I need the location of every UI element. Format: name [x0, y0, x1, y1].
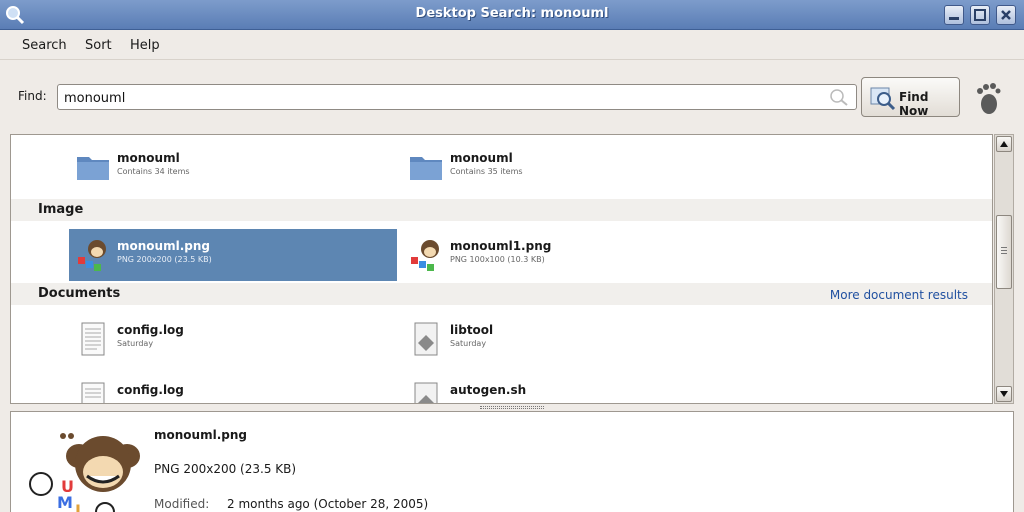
result-folder[interactable]: monouml Contains 34 items — [69, 141, 397, 193]
pane-resize-handle[interactable] — [480, 406, 544, 409]
text-file-icon — [81, 382, 105, 403]
window-title: Desktop Search: monouml — [415, 6, 609, 21]
result-folder[interactable]: monouml Contains 35 items — [402, 141, 730, 193]
result-image[interactable]: monouml1.png PNG 100x100 (10.3 KB) — [402, 229, 730, 281]
arrow-down-icon — [1000, 391, 1008, 397]
more-document-results-link[interactable]: More document results — [830, 288, 968, 302]
arrow-up-icon — [1000, 141, 1008, 147]
section-title: Image — [38, 202, 84, 217]
preview-filename: monouml.png — [154, 428, 247, 442]
close-icon — [1001, 10, 1011, 20]
section-title: Documents — [38, 286, 121, 301]
result-name: monouml — [450, 151, 513, 165]
results-scrollbar[interactable] — [994, 134, 1014, 404]
script-file-icon — [414, 322, 438, 356]
find-now-label: Find Now — [899, 90, 929, 118]
result-desc: PNG 100x100 (10.3 KB) — [450, 255, 545, 264]
section-header-image: Image — [11, 199, 992, 221]
result-desc: Contains 35 items — [450, 167, 523, 176]
result-desc: Saturday — [117, 339, 154, 348]
folder-icon — [410, 157, 442, 180]
monkey-image-icon — [78, 240, 106, 271]
scroll-thumb[interactable] — [996, 215, 1012, 289]
close-button[interactable] — [996, 5, 1016, 25]
result-image[interactable]: monouml.png PNG 200x200 (23.5 KB) — [69, 229, 397, 281]
section-header-documents: Documents More document results — [11, 283, 992, 305]
result-name: autogen.sh — [450, 383, 527, 397]
find-label: Find: — [18, 89, 47, 103]
result-name: monouml — [117, 151, 180, 165]
minimize-button[interactable] — [944, 5, 964, 25]
search-input[interactable] — [57, 84, 857, 110]
menu-sort[interactable]: Sort — [85, 38, 112, 53]
maximize-icon — [974, 9, 986, 21]
result-document[interactable]: config.log Saturday — [69, 313, 397, 365]
menu-search[interactable]: Search — [22, 38, 67, 53]
clear-search-icon[interactable] — [826, 87, 852, 107]
maximize-button[interactable] — [970, 5, 990, 25]
minimize-icon — [949, 17, 959, 20]
find-now-button[interactable]: Find Now — [861, 77, 960, 118]
scroll-up-button[interactable] — [996, 136, 1012, 152]
result-document[interactable]: libtool Saturday — [402, 313, 730, 365]
menu-help[interactable]: Help — [130, 38, 160, 53]
result-name: monouml.png — [117, 239, 210, 253]
result-desc: PNG 200x200 (23.5 KB) — [117, 255, 212, 264]
find-icon — [870, 87, 896, 111]
result-desc: Saturday — [450, 339, 487, 348]
result-desc: Contains 34 items — [117, 167, 190, 176]
results-list[interactable]: monouml Contains 34 items monouml Contai… — [10, 134, 993, 404]
title-bar[interactable]: Desktop Search: monouml — [0, 0, 1024, 30]
gnome-foot-icon — [977, 83, 1001, 114]
preview-pane: U M L monouml.png PNG 200x200 (23.5 KB) … — [10, 411, 1014, 512]
result-name: config.log — [117, 323, 184, 337]
svg-text:M: M — [57, 493, 73, 512]
result-document[interactable]: config.log — [69, 373, 397, 403]
text-file-icon — [81, 322, 105, 356]
preview-modified-value: 2 months ago (October 28, 2005) — [227, 497, 429, 511]
result-name: libtool — [450, 323, 494, 337]
result-document[interactable]: autogen.sh — [402, 373, 730, 403]
preview-description: PNG 200x200 (23.5 KB) — [154, 462, 297, 476]
menu-bar: Search Sort Help — [0, 30, 1024, 60]
monkey-image-icon — [411, 240, 439, 271]
result-name: config.log — [117, 383, 184, 397]
folder-icon — [77, 157, 109, 180]
svg-text:L: L — [75, 501, 85, 512]
monkey-preview-image: U M L — [29, 433, 140, 512]
preview-modified-label: Modified: — [154, 497, 210, 511]
result-name: monouml1.png — [450, 239, 552, 253]
scroll-down-button[interactable] — [996, 386, 1012, 402]
script-file-icon — [414, 382, 438, 403]
